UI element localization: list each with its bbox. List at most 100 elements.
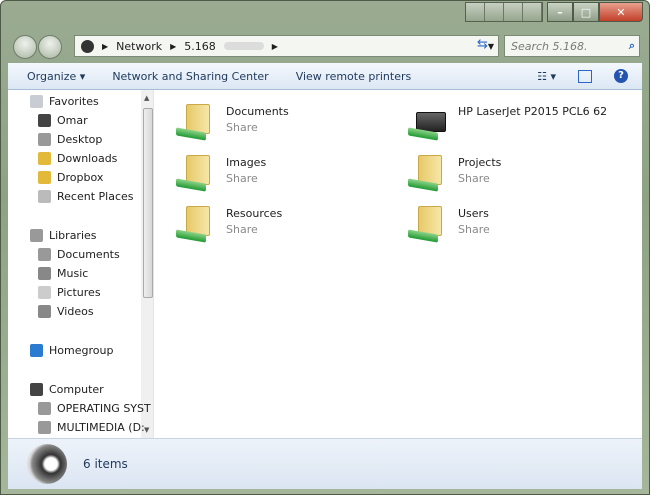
search-placeholder: Search 5.168.	[511, 39, 588, 53]
sidebar-item[interactable]: Dropbox	[38, 171, 103, 184]
sidebar-item-label: Videos	[57, 305, 94, 318]
item-name: Projects	[458, 156, 502, 169]
drive-icon	[38, 402, 51, 415]
item-subtitle: Share	[226, 223, 258, 236]
sidebar-item[interactable]: Favorites	[30, 95, 99, 108]
address-dropdown[interactable]: ▼	[488, 42, 498, 51]
view-options-icon[interactable]: ☷ ▾	[537, 70, 556, 83]
details-pane: 6 items	[8, 438, 642, 489]
sidebar-item[interactable]: OPERATING SYST	[38, 402, 151, 415]
item-name: Documents	[226, 105, 289, 118]
item-name: Users	[458, 207, 489, 220]
user-icon	[38, 114, 51, 127]
file-item[interactable]: Documents Share	[176, 102, 289, 142]
sidebar-item[interactable]: Omar	[38, 114, 88, 127]
item-name: Resources	[226, 207, 283, 220]
help-icon[interactable]: ?	[614, 69, 628, 83]
content-pane: ▲ ▼ Favorites Omar Desktop Downloads Dropbox…	[8, 90, 642, 438]
sidebar-item-label: OPERATING SYST	[57, 402, 151, 415]
shared-folder-icon	[176, 102, 218, 142]
sidebar-item-label: Documents	[57, 248, 120, 261]
network-drive-icon	[27, 444, 67, 484]
drive-icon	[38, 421, 51, 434]
pictures-icon	[38, 286, 51, 299]
forward-button[interactable]	[38, 35, 62, 59]
star-icon	[30, 95, 43, 108]
sidebar-item-label: Omar	[57, 114, 88, 127]
back-button[interactable]	[13, 35, 37, 59]
videos-icon	[38, 305, 51, 318]
search-input[interactable]: Search 5.168. ⌕	[504, 35, 640, 57]
computer-icon	[30, 383, 43, 396]
scrollbar-thumb[interactable]	[143, 108, 153, 298]
item-subtitle: Share	[226, 121, 258, 134]
breadcrumb-network[interactable]: Network	[116, 40, 162, 53]
scroll-up-arrow[interactable]: ▲	[144, 94, 149, 102]
view-remote-printers-button[interactable]: View remote printers	[296, 70, 412, 83]
file-item[interactable]: Resources Share	[176, 204, 282, 244]
address-bar[interactable]: ▶ Network ▶ 5.168 ▶ ▼	[74, 35, 499, 57]
breadcrumb-separator: ▶	[102, 41, 109, 51]
sidebar-item[interactable]: Videos	[38, 305, 94, 318]
desktop-icon	[38, 133, 51, 146]
file-item[interactable]: HP LaserJet P2015 PCL6 62	[408, 102, 607, 142]
sidebar-item-label: Libraries	[49, 229, 97, 242]
shared-folder-icon	[408, 153, 450, 193]
libraries-icon	[30, 229, 43, 242]
navigation-pane: ▲ ▼ Favorites Omar Desktop Downloads Dropbox…	[8, 90, 154, 438]
file-item[interactable]: Projects Share	[408, 153, 501, 193]
search-icon[interactable]: ⌕	[629, 39, 635, 53]
sidebar-item[interactable]: Homegroup	[30, 344, 113, 357]
network-icon	[81, 39, 94, 53]
explorer-window: – □ ✕ ▶ Network ▶ 5.168 ▶ ▼ ⇆ Search 5.1…	[0, 0, 650, 495]
sidebar-item[interactable]: Documents	[38, 248, 120, 261]
sidebar-item-label: Homegroup	[49, 344, 114, 357]
maximize-button[interactable]: □	[573, 2, 599, 22]
preview-pane-icon[interactable]	[578, 69, 592, 83]
breadcrumb-separator: ▶	[271, 41, 278, 51]
item-subtitle: Share	[458, 223, 490, 236]
file-item[interactable]: Images Share	[176, 153, 266, 193]
nav-buttons	[13, 35, 62, 59]
sidebar-item-label: Dropbox	[57, 171, 104, 184]
sidebar-item-label: Recent Places	[57, 190, 134, 203]
organize-button[interactable]: Organize ▾	[27, 70, 85, 83]
scroll-down-arrow[interactable]: ▼	[144, 426, 149, 434]
printer-icon	[408, 102, 450, 142]
shared-folder-icon	[408, 204, 450, 244]
downloads-icon	[38, 152, 51, 165]
file-list: Documents Share HP LaserJet P2015 PCL6 62 I…	[154, 90, 642, 438]
sidebar-item[interactable]: Libraries	[30, 229, 97, 242]
sidebar-item-label: Desktop	[57, 133, 103, 146]
sidebar-item[interactable]: Computer	[30, 383, 104, 396]
network-sharing-center-button[interactable]: Network and Sharing Center	[112, 70, 268, 83]
breadcrumb-host[interactable]: 5.168	[184, 40, 216, 53]
snap-buttons[interactable]	[465, 2, 543, 22]
sidebar-item-label: Music	[57, 267, 89, 280]
shared-folder-icon	[176, 204, 218, 244]
minimize-button[interactable]: –	[547, 2, 573, 22]
music-icon	[38, 267, 51, 280]
item-subtitle: Share	[226, 172, 258, 185]
sidebar-item-label: Pictures	[57, 286, 101, 299]
refresh-icon[interactable]: ⇆	[477, 37, 488, 52]
caption-buttons: – □ ✕	[465, 2, 643, 22]
sidebar-item[interactable]: Pictures	[38, 286, 101, 299]
command-bar: Organize ▾ Network and Sharing Center Vi…	[8, 63, 642, 90]
item-count: 6 items	[83, 457, 128, 471]
recent-places-icon	[38, 190, 51, 203]
item-subtitle: Share	[458, 172, 490, 185]
sidebar-item[interactable]: Downloads	[38, 152, 117, 165]
sidebar-item[interactable]: Music	[38, 267, 88, 280]
item-name: HP LaserJet P2015 PCL6 62	[458, 105, 608, 118]
dropbox-icon	[38, 171, 51, 184]
sidebar-item[interactable]: MULTIMEDIA (D:	[38, 421, 145, 434]
file-item[interactable]: Users Share	[408, 204, 490, 244]
sidebar-item[interactable]: Recent Places	[38, 190, 134, 203]
sidebar-item-label: Favorites	[49, 95, 99, 108]
close-button[interactable]: ✕	[599, 2, 643, 22]
sidebar-item-label: Downloads	[57, 152, 118, 165]
sidebar-item[interactable]: Desktop	[38, 133, 102, 146]
sidebar-item-label: Computer	[49, 383, 104, 396]
breadcrumb-separator: ▶	[170, 41, 177, 51]
